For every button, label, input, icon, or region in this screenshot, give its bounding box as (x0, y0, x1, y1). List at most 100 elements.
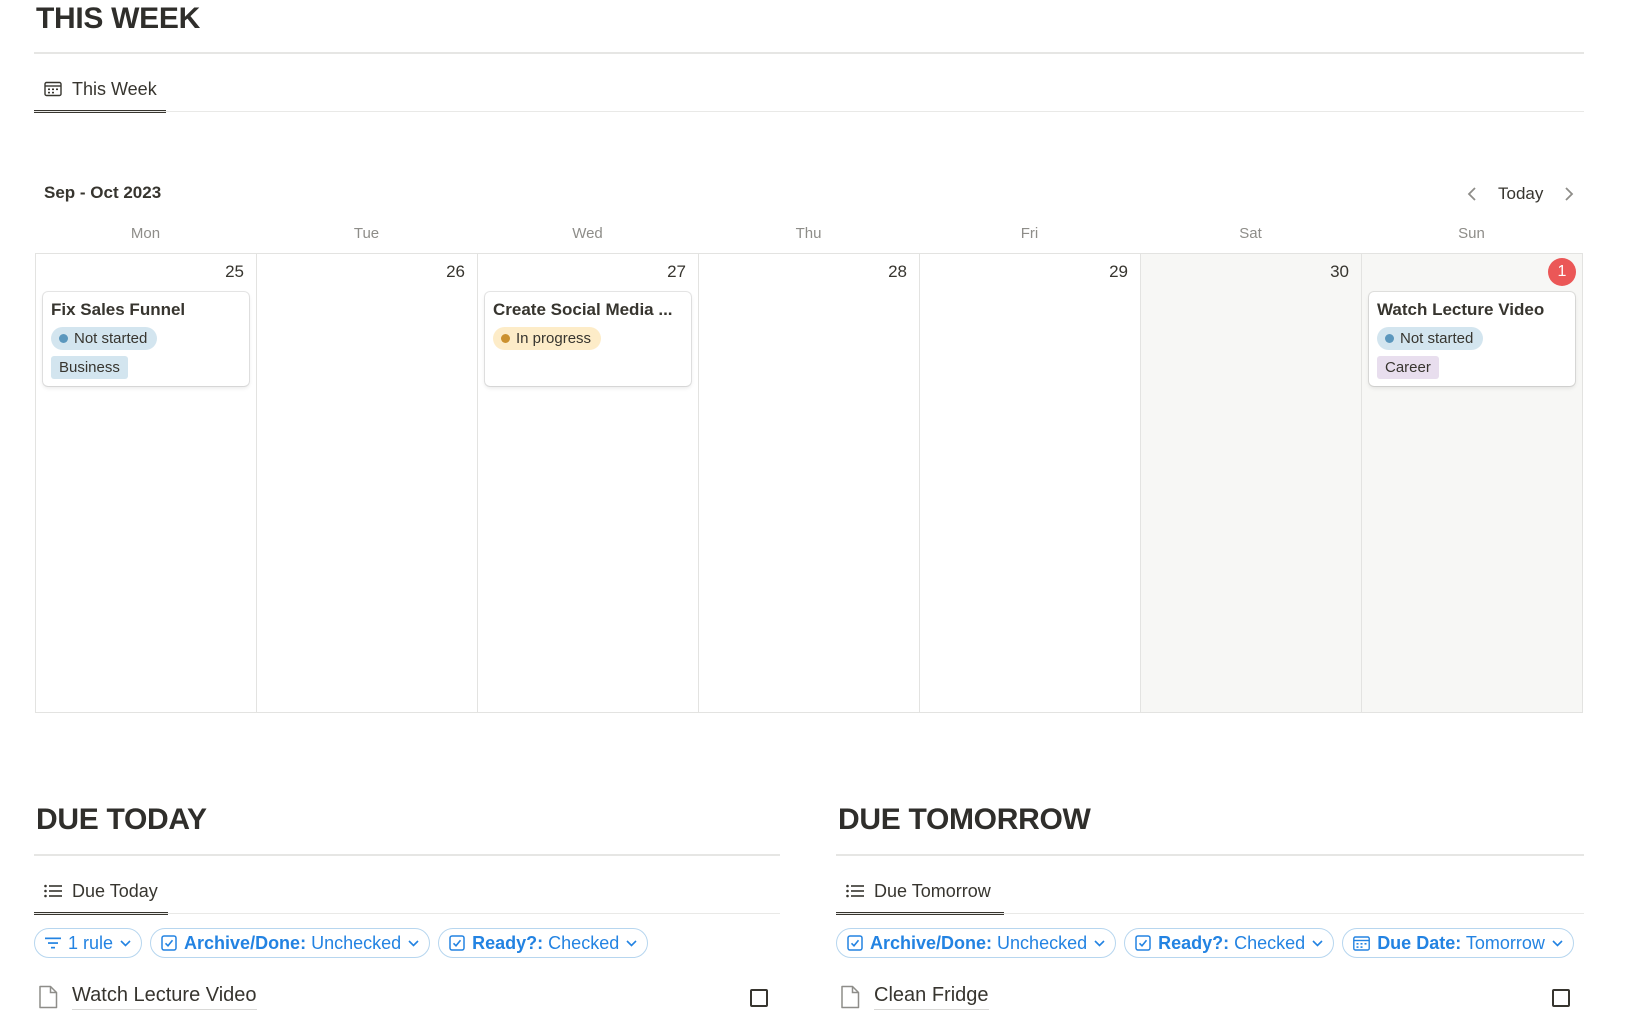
weekday-label: Tue (353, 225, 380, 242)
status-label: Not started (74, 330, 148, 347)
tab-bar-divider (34, 913, 780, 914)
list-icon (846, 884, 864, 898)
today-button[interactable]: Today (1486, 180, 1555, 208)
status-label: Not started (1400, 330, 1474, 347)
due-tomorrow-divider (836, 854, 1584, 856)
chevron-left-icon[interactable] (1458, 180, 1486, 208)
weekday-label: Sat (1239, 225, 1262, 242)
status-badge: Not started (1377, 327, 1484, 350)
filter-bar: Archive/Done: Unchecked Ready?: Checked … (836, 928, 1574, 958)
calendar-day-cell[interactable]: 27 Create Social Media ... In progress (478, 254, 699, 712)
status-dot (1385, 334, 1394, 343)
status-badge: Not started (51, 327, 158, 350)
weekday-label: Sun (1458, 225, 1485, 242)
page-icon (840, 985, 862, 1009)
calendar-grid: 25 Fix Sales Funnel Not started Business… (35, 253, 1583, 713)
checkbox-icon (1135, 935, 1151, 951)
calendar-day-cell[interactable]: 26 (257, 254, 478, 712)
day-number: 28 (888, 262, 907, 281)
due-today-heading: DUE TODAY (36, 803, 207, 836)
day-number: 29 (1109, 262, 1128, 281)
chevron-down-icon (120, 939, 131, 947)
filter-ready-chip[interactable]: Ready?: Checked (1124, 928, 1335, 958)
chevron-down-icon (626, 939, 637, 947)
checkbox-icon (161, 935, 177, 951)
calendar-month-label: Sep - Oct 2023 (44, 183, 162, 202)
chip-label: 1 rule (68, 932, 114, 953)
filter-ready-chip[interactable]: Ready?: Checked (438, 928, 649, 958)
list-icon (44, 884, 62, 898)
weekday-label: Fri (1020, 225, 1039, 242)
item-title: Watch Lecture Video (72, 984, 257, 1010)
list-item[interactable]: Clean Fridge (840, 984, 989, 1010)
event-title: Watch Lecture Video (1377, 300, 1545, 319)
tab-label: This Week (72, 78, 157, 99)
calendar-day-cell[interactable]: 29 (920, 254, 1141, 712)
weekday-label: Mon (130, 225, 161, 242)
day-number: 30 (1330, 262, 1349, 281)
page-icon (38, 985, 60, 1009)
event-title: Create Social Media ... (493, 300, 673, 319)
tab-label: Due Tomorrow (874, 880, 991, 901)
calendar-navigation: Today (1458, 180, 1583, 208)
tab-due-tomorrow[interactable]: Due Tomorrow (836, 868, 1001, 914)
tab-bar-divider (34, 111, 1584, 112)
weekday-label: Thu (795, 225, 822, 242)
calendar-day-cell[interactable]: 30 (1141, 254, 1362, 712)
day-number: 26 (446, 262, 465, 281)
status-label: In progress (516, 330, 592, 347)
calendar-icon (44, 81, 62, 97)
due-today-divider (34, 854, 780, 856)
due-tomorrow-heading: DUE TOMORROW (838, 803, 1091, 836)
category-tag: Career (1377, 356, 1439, 379)
calendar-day-cell[interactable]: 25 Fix Sales Funnel Not started Business (36, 254, 257, 712)
filter-archive-done-chip[interactable]: Archive/Done: Unchecked (836, 928, 1117, 958)
checkbox-icon (847, 935, 863, 951)
chip-value: Checked (1234, 932, 1306, 953)
status-badge: In progress (493, 327, 602, 350)
calendar-day-cell[interactable]: 28 (699, 254, 920, 712)
chip-value: Checked (548, 932, 620, 953)
filter-archive-done-chip[interactable]: Archive/Done: Unchecked (150, 928, 431, 958)
chip-property: Ready?: (472, 932, 544, 953)
chevron-down-icon (1552, 939, 1563, 947)
done-checkbox[interactable] (750, 989, 768, 1007)
event-title: Fix Sales Funnel (51, 300, 186, 319)
checkbox-icon (449, 935, 465, 951)
event-card[interactable]: Create Social Media ... In progress (485, 292, 691, 386)
tab-label: Due Today (72, 880, 158, 901)
event-card[interactable]: Fix Sales Funnel Not started Business (43, 292, 249, 386)
event-card[interactable]: Watch Lecture Video Not started Career (1369, 292, 1575, 386)
tab-this-week[interactable]: This Week (34, 66, 167, 112)
this-week-divider (34, 52, 1584, 54)
chevron-down-icon (1094, 939, 1105, 947)
this-week-heading: THIS WEEK (36, 2, 200, 35)
filter-icon (45, 937, 61, 949)
chip-property: Due Date: (1377, 932, 1462, 953)
status-dot (59, 334, 68, 343)
chip-value: Tomorrow (1465, 932, 1545, 953)
chip-value: Unchecked (311, 932, 402, 953)
day-number: 27 (667, 262, 686, 281)
chevron-down-icon (408, 939, 419, 947)
tab-bar-divider (836, 913, 1584, 914)
day-number: 25 (225, 262, 244, 281)
list-item[interactable]: Watch Lecture Video (38, 984, 257, 1010)
chip-property: Archive/Done: (870, 932, 993, 953)
today-badge: 1 (1548, 258, 1576, 286)
item-title: Clean Fridge (874, 984, 989, 1010)
status-dot (501, 334, 510, 343)
filter-due-date-chip[interactable]: Due Date: Tomorrow (1342, 928, 1574, 958)
weekday-label: Wed (572, 225, 603, 242)
tab-due-today[interactable]: Due Today (34, 868, 168, 914)
filter-bar: 1 rule Archive/Done: Unchecked Ready?: C… (34, 928, 649, 958)
filter-rules-chip[interactable]: 1 rule (34, 928, 143, 958)
chevron-down-icon (1312, 939, 1323, 947)
calendar-icon (1353, 935, 1371, 951)
done-checkbox[interactable] (1552, 989, 1570, 1007)
calendar-day-cell[interactable]: 1 Watch Lecture Video Not started Career (1362, 254, 1582, 712)
chip-value: Unchecked (997, 932, 1088, 953)
category-tag: Business (51, 356, 128, 379)
chevron-right-icon[interactable] (1555, 180, 1583, 208)
chip-property: Archive/Done: (184, 932, 307, 953)
